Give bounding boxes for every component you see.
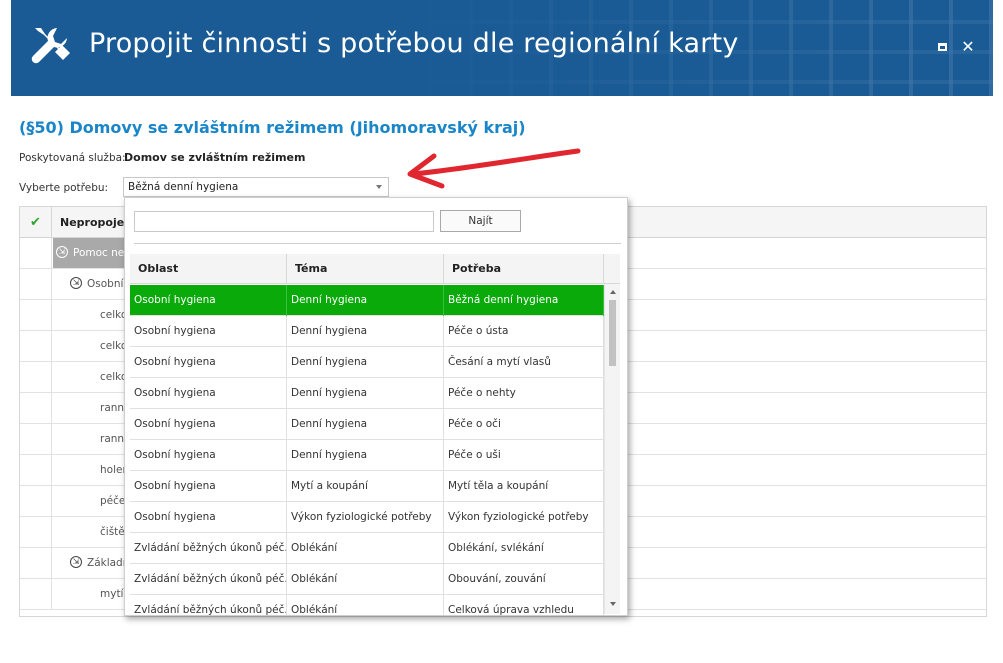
cell-potreba: Péče o nehty (444, 378, 604, 409)
cell-tema: Denní hygiena (287, 347, 444, 378)
cell-tema: Výkon fyziologické potřeby (287, 502, 444, 533)
needs-table-row[interactable]: Osobní hygiena Denní hygiena Běžná denní h… (130, 285, 604, 316)
row-check-cell[interactable] (20, 517, 52, 547)
cell-tema: Denní hygiena (287, 378, 444, 409)
need-select[interactable]: Běžná denní hygiena (123, 177, 389, 197)
cell-oblast: Osobní hygiena (130, 409, 287, 440)
cell-tema: Oblékání (287, 595, 444, 615)
cell-potreba: Česání a mytí vlasů (444, 347, 604, 378)
needs-table-row[interactable]: Osobní hygiena Denní hygiena Česání a mytí… (130, 347, 604, 378)
scroll-thumb[interactable] (609, 300, 616, 366)
dropdown-scrollbar[interactable] (604, 284, 620, 614)
cell-oblast: Osobní hygiena (130, 502, 287, 533)
check-column-header[interactable]: ✔ (20, 207, 52, 237)
needs-table-row[interactable]: Zvládání běžných úkonů péč... Oblékání Obl… (130, 533, 604, 564)
collapse-icon[interactable]: ⇲ (70, 556, 82, 568)
needs-table-row[interactable]: Osobní hygiena Denní hygiena Péče o oči (130, 409, 604, 440)
window-titlebar: Propojit činnosti s potřebou dle regioná… (11, 0, 993, 96)
needs-table-row[interactable]: Zvládání běžných úkonů péč... Oblékání Cel… (130, 595, 604, 615)
needs-table-row[interactable]: Osobní hygiena Mytí a koupání Mytí těla a … (130, 471, 604, 502)
needs-table-header: Oblast Téma Potřeba (130, 254, 620, 284)
page-heading: (§50) Domovy se zvláštním režimem (Jihom… (19, 118, 526, 137)
tree-row-label: ranní (100, 402, 127, 414)
row-check-cell[interactable] (20, 238, 52, 268)
need-select-value: Běžná denní hygiena (128, 181, 239, 193)
chevron-down-icon (376, 185, 382, 189)
search-input[interactable] (134, 211, 434, 232)
cell-potreba: Běžná denní hygiena (444, 285, 604, 316)
annotation-arrow (407, 148, 581, 189)
cell-oblast: Zvládání běžných úkonů péč... (130, 564, 287, 595)
close-button[interactable]: ✕ (961, 39, 975, 55)
cell-oblast: Osobní hygiena (130, 440, 287, 471)
needs-table-row[interactable]: Zvládání běžných úkonů péč... Oblékání Obo… (130, 564, 604, 595)
needs-table-row[interactable]: Osobní hygiena Denní hygiena Péče o uši (130, 440, 604, 471)
column-header-tema[interactable]: Téma (287, 254, 444, 284)
cell-potreba: Oblékání, svlékání (444, 533, 604, 564)
row-check-cell[interactable] (20, 300, 52, 330)
collapse-icon[interactable]: ⇲ (70, 277, 82, 289)
grid-header-label: Nepropojen (60, 216, 133, 229)
need-dropdown-panel: Najít Oblast Téma Potřeba Osobní hygiena… (124, 197, 628, 616)
cell-oblast: Osobní hygiena (130, 285, 287, 316)
cell-potreba: Péče o uši (444, 440, 604, 471)
cell-tema: Denní hygiena (287, 316, 444, 347)
cell-potreba: Obouvání, zouvání (444, 564, 604, 595)
cell-tema: Denní hygiena (287, 409, 444, 440)
checkmark-icon: ✔ (30, 215, 41, 230)
cell-tema: Oblékání (287, 533, 444, 564)
row-check-cell[interactable] (20, 579, 52, 609)
find-button[interactable]: Najít (440, 210, 521, 232)
tools-icon (31, 28, 70, 64)
cell-oblast: Osobní hygiena (130, 378, 287, 409)
column-header-potreba[interactable]: Potřeba (444, 254, 604, 284)
divider (134, 243, 621, 244)
cell-oblast: Zvládání běžných úkonů péč... (130, 595, 287, 615)
cell-potreba: Výkon fyziologické potřeby (444, 502, 604, 533)
cell-potreba: Celková úprava vzhledu (444, 595, 604, 615)
scroll-up-icon[interactable] (610, 290, 616, 294)
service-label: Poskytovaná služba: (19, 152, 126, 164)
cell-oblast: Osobní hygiena (130, 347, 287, 378)
row-check-cell[interactable] (20, 393, 52, 423)
need-label: Vyberte potřebu: (19, 182, 109, 194)
service-value: Domov se zvláštním režimem (124, 151, 306, 164)
row-check-cell[interactable] (20, 424, 52, 454)
cell-oblast: Osobní hygiena (130, 316, 287, 347)
needs-table-row[interactable]: Osobní hygiena Denní hygiena Péče o nehty (130, 378, 604, 409)
row-check-cell[interactable] (20, 269, 52, 299)
row-check-cell[interactable] (20, 455, 52, 485)
tree-row-label: péče (100, 495, 126, 507)
window-title: Propojit činnosti s potřebou dle regioná… (89, 28, 739, 59)
collapse-icon[interactable]: ⇲ (56, 246, 68, 258)
needs-table-row[interactable]: Osobní hygiena Denní hygiena Péče o ústa (130, 316, 604, 347)
cell-potreba: Mytí těla a koupání (444, 471, 604, 502)
cell-potreba: Péče o ústa (444, 316, 604, 347)
tree-row-label: ranní (100, 433, 127, 445)
row-check-cell[interactable] (20, 548, 52, 578)
cell-tema: Oblékání (287, 564, 444, 595)
column-header-oblast[interactable]: Oblast (130, 254, 287, 284)
maximize-icon (938, 43, 947, 51)
row-check-cell[interactable] (20, 331, 52, 361)
cell-potreba: Péče o oči (444, 409, 604, 440)
cell-tema: Mytí a koupání (287, 471, 444, 502)
tree-row-label: Pomoc neb (73, 247, 131, 259)
cell-oblast: Zvládání běžných úkonů péč... (130, 533, 287, 564)
scroll-down-icon[interactable] (610, 602, 616, 606)
maximize-button[interactable] (936, 40, 950, 54)
cell-tema: Denní hygiena (287, 285, 444, 316)
row-check-cell[interactable] (20, 486, 52, 516)
cell-tema: Denní hygiena (287, 440, 444, 471)
needs-table-row[interactable]: Osobní hygiena Výkon fyziologické potřeby… (130, 502, 604, 533)
cell-oblast: Osobní hygiena (130, 471, 287, 502)
row-check-cell[interactable] (20, 362, 52, 392)
